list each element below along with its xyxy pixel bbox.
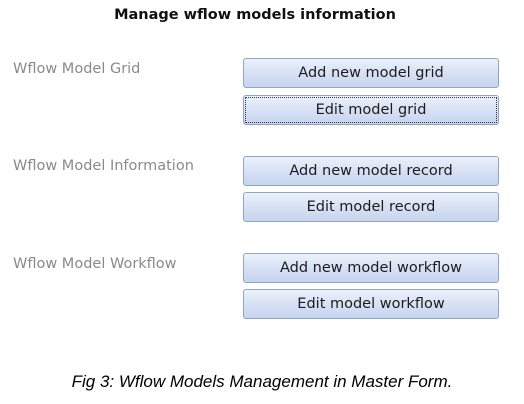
section-label-model-information: Wflow Model Information (13, 158, 194, 174)
edit-model-record-button[interactable]: Edit model record (243, 192, 499, 222)
form-title: Manage wflow models information (114, 7, 396, 23)
edit-model-grid-button[interactable]: Edit model grid (243, 95, 499, 125)
add-new-model-record-button[interactable]: Add new model record (243, 156, 499, 186)
add-new-model-grid-button[interactable]: Add new model grid (243, 58, 499, 88)
edit-model-workflow-button[interactable]: Edit model workflow (243, 289, 499, 319)
section-label-model-grid: Wflow Model Grid (13, 61, 141, 77)
add-new-model-workflow-button[interactable]: Add new model workflow (243, 253, 499, 283)
figure-caption: Fig 3: Wflow Models Management in Master… (71, 372, 453, 391)
section-label-model-workflow: Wflow Model Workflow (13, 256, 177, 272)
